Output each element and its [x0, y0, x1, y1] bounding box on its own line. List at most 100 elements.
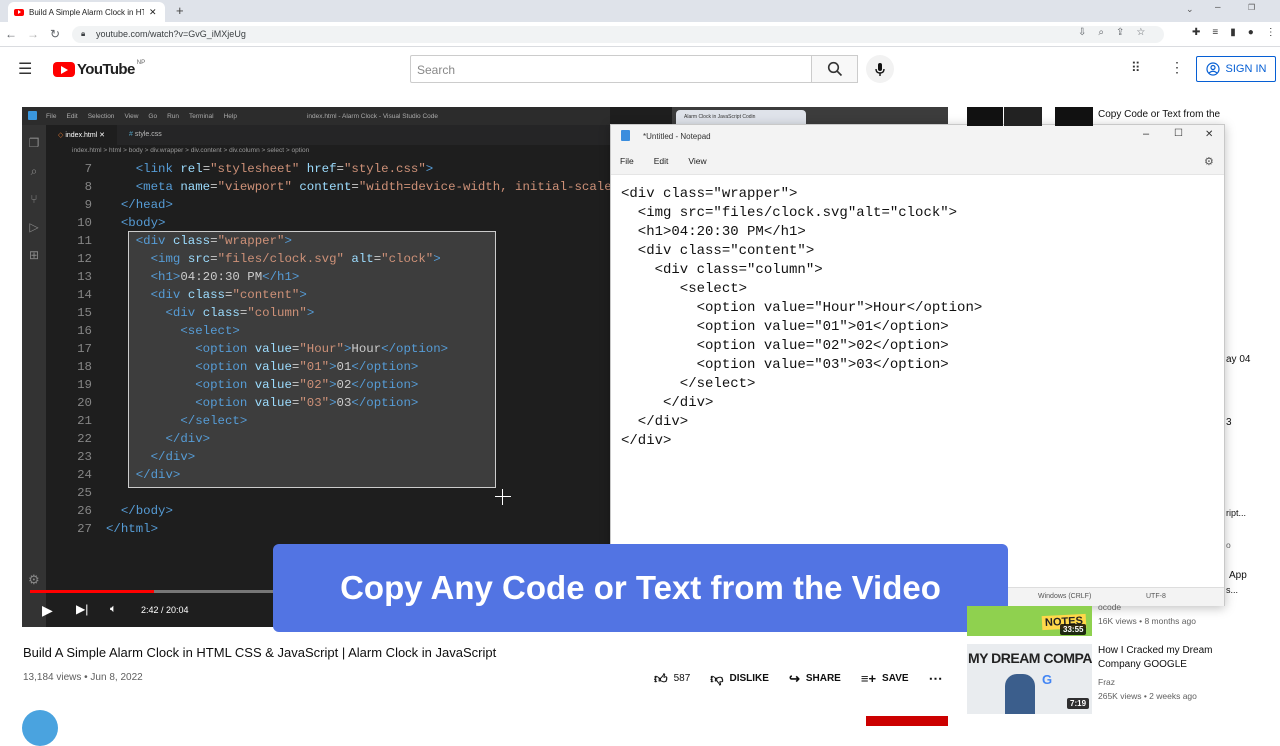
restore-icon[interactable]: ❐ — [1248, 3, 1255, 12]
install-icon[interactable]: ⇩ — [1078, 27, 1086, 38]
encoding-status: UTF-8 — [1146, 593, 1166, 600]
extensions-icon[interactable]: ✚ — [1192, 27, 1200, 38]
sidebar-thumbnail-2[interactable]: NOTES 33:55 — [967, 606, 1092, 636]
vscode-activity-bar: ❐ ⌕ ⑂ ▷ ⊞ — [22, 125, 46, 627]
star-icon[interactable]: ☆ — [1136, 27, 1145, 38]
code-line: 22 </div> — [77, 432, 211, 446]
notepad-menubar: File Edit View ⚙ — [611, 147, 1224, 175]
play-button[interactable]: ▶ — [42, 602, 53, 619]
vscode-window-title: index.html - Alarm Clock - Visual Studio… — [306, 112, 438, 120]
line-ending-status: Windows (CRLF) — [1038, 593, 1092, 600]
minimize-icon[interactable]: – — [1215, 2, 1221, 13]
tab-index-html: ◇ index.html ✕ — [46, 125, 118, 145]
code-line: 26 </body> — [77, 504, 173, 518]
volume-icon[interactable]: 🔈︎ — [110, 603, 117, 616]
sidebar-thumbnail-3[interactable]: MY DREAM COMPANY G 7:19 — [967, 644, 1092, 714]
code-line: 14 <div class="content"> — [77, 288, 307, 302]
time-display: 2:42 / 20:04 — [141, 605, 189, 615]
video-duration: 7:19 — [1067, 698, 1090, 709]
explorer-icon: ❐ — [28, 136, 40, 150]
save-button[interactable]: ≡+ SAVE — [861, 671, 909, 686]
settings-dots-icon[interactable]: ⋮ — [1170, 59, 1184, 76]
promo-banner: Copy Any Code or Text from the Video — [273, 544, 1008, 632]
microphone-icon — [875, 62, 885, 76]
share-icon[interactable]: ⇪ — [1116, 27, 1124, 38]
vscode-menu-view: View — [124, 112, 139, 120]
vscode-menu-go: Go — [148, 112, 158, 120]
search-icon: ⌕ — [30, 164, 38, 178]
sidepanel-icon[interactable]: ▮ — [1230, 27, 1236, 38]
region-code: NP — [136, 59, 146, 66]
sign-in-button[interactable]: SIGN IN — [1196, 56, 1276, 82]
vscode-menu-file: File — [46, 112, 57, 120]
code-line: 27 </html> — [77, 522, 159, 536]
channel-avatar[interactable] — [22, 710, 58, 746]
notepad-close-icon[interactable]: ✕ — [1205, 129, 1213, 140]
browser-tab[interactable]: Build A Simple Alarm Clock in HTM ✕ — [8, 2, 165, 22]
code-line: 8 <meta name="viewport" content="width=d… — [84, 180, 620, 194]
vscode-menu-selection: Selection — [87, 112, 115, 120]
media-icon[interactable]: ≡ — [1212, 27, 1218, 38]
dislike-button[interactable]: 👎︎ DISLIKE — [710, 671, 769, 687]
code-line: 25 — [77, 486, 92, 500]
code-line: 15 <div class="column"> — [77, 306, 315, 320]
sidebar-thumbnail-1c[interactable] — [1055, 107, 1093, 126]
menu-dots-icon[interactable]: ⋮ — [1266, 27, 1276, 38]
profile-icon[interactable]: ● — [1248, 27, 1254, 38]
sidebar-channel-name[interactable]: Fraz — [1098, 677, 1115, 687]
thumbnail-headline: MY DREAM COMPANY — [968, 650, 1092, 666]
zoom-icon[interactable]: ⌕ — [1098, 27, 1104, 38]
video-actions: 👍︎ 587 👎︎ DISLIKE ↪ SHARE ≡+ SAVE ⋯ — [654, 670, 943, 687]
youtube-play-logo-icon — [53, 62, 75, 77]
url-field[interactable]: 🔒︎ youtube.com/watch?v=GvG_iMXjeUg — [72, 26, 1164, 43]
reload-icon[interactable]: ↻ — [44, 27, 66, 41]
sidebar-thumbnail-1b[interactable] — [1004, 107, 1042, 126]
tab-style-css: # style.css — [129, 131, 162, 138]
thumbnail-person — [1005, 674, 1035, 714]
code-line: 12 <img src="files/clock.svg" alt="clock… — [77, 252, 441, 266]
dislike-label: DISLIKE — [729, 673, 769, 684]
hamburger-menu-icon[interactable]: ☰ — [18, 59, 32, 79]
sidebar-fragment: o — [1226, 540, 1231, 550]
extensions-icon: ⊞ — [28, 248, 40, 262]
code-line: 16 <select> — [77, 324, 240, 338]
notepad-menu-file[interactable]: File — [620, 156, 634, 166]
share-button[interactable]: ↪ SHARE — [789, 671, 841, 687]
notepad-titlebar: *Untitled - Notepad – ☐ ✕ — [611, 125, 1224, 147]
subscribe-button[interactable] — [866, 716, 948, 726]
video-duration: 33:55 — [1060, 624, 1087, 635]
sidebar-video-title[interactable]: How I Cracked my Dream Company GOOGLE — [1098, 644, 1228, 672]
search-input[interactable]: Search — [410, 55, 812, 83]
browser-toolbar-icons: ✚ ≡ ▮ ● ⋮ — [1192, 27, 1276, 38]
notepad-minimize-icon[interactable]: – — [1143, 128, 1149, 140]
notepad-settings-icon[interactable]: ⚙ — [1204, 155, 1214, 168]
notepad-text-area[interactable]: <div class="wrapper"> <img src="files/cl… — [621, 185, 982, 451]
voice-search-button[interactable] — [866, 55, 894, 83]
close-tab-icon[interactable]: ✕ — [149, 7, 157, 18]
sidebar-thumbnail-1a[interactable] — [967, 107, 1003, 126]
sidebar-fragment: ay 04 — [1226, 354, 1251, 365]
new-tab-icon[interactable]: + — [176, 3, 184, 18]
code-line: 24 </div> — [77, 468, 181, 482]
apps-grid-icon[interactable]: ⠿ — [1131, 60, 1141, 76]
code-line: 11 <div class="wrapper"> — [77, 234, 292, 248]
notepad-maximize-icon[interactable]: ☐ — [1174, 128, 1183, 139]
back-icon[interactable]: ← — [0, 27, 22, 41]
notepad-title: *Untitled - Notepad — [643, 131, 711, 141]
notepad-menu-view[interactable]: View — [688, 156, 706, 166]
search-button[interactable] — [811, 55, 858, 83]
chevron-down-icon[interactable]: ⌄ — [1186, 4, 1194, 15]
video-meta: 13,184 views • Jun 8, 2022 — [23, 672, 143, 683]
share-label: SHARE — [805, 673, 841, 684]
like-button[interactable]: 👍︎ 587 — [654, 671, 690, 687]
forward-icon[interactable]: → — [22, 27, 44, 41]
video-title: Build A Simple Alarm Clock in HTML CSS &… — [23, 645, 497, 660]
source-control-icon: ⑂ — [30, 192, 38, 206]
notepad-menu-edit[interactable]: Edit — [654, 156, 669, 166]
next-button[interactable]: ▶| — [76, 602, 88, 616]
sidebar-video-title[interactable]: Copy Code or Text from the — [1098, 108, 1220, 122]
youtube-logo[interactable]: YouTube NP — [53, 59, 146, 78]
more-actions-icon[interactable]: ⋯ — [929, 670, 943, 687]
sidebar-fragment: ript... — [1226, 508, 1247, 518]
code-line: 17 <option value="Hour">Hour</option> — [77, 342, 449, 356]
